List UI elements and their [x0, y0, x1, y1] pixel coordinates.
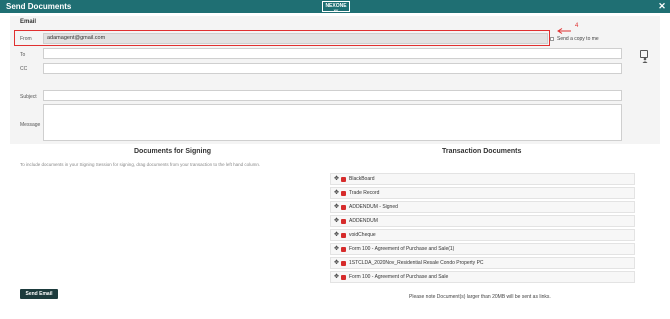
document-row[interactable]: ✥ Form 100 - Agreement of Purchase and S… — [330, 271, 635, 283]
annotation-arrow-icon — [557, 28, 571, 34]
document-name: 1STCLDA_2020Nov_Residential Resale Condo… — [349, 260, 484, 266]
move-icon[interactable]: ✥ — [334, 231, 339, 239]
pdf-icon — [341, 177, 346, 182]
send-email-button[interactable]: Send Email — [20, 289, 58, 299]
send-copy-label: Send a copy to me — [557, 36, 599, 42]
pdf-icon — [341, 219, 346, 224]
document-name: Form 100 - Agreement of Purchase and Sal… — [349, 274, 449, 280]
signing-hint: To include documents in your Signing Ses… — [20, 162, 261, 167]
dialog-header: Send Documents NEXONE ver ✕ — [0, 0, 670, 13]
document-row[interactable]: ✥ Trade Record — [330, 187, 635, 199]
to-label: To — [20, 52, 26, 58]
document-name: Form 100 - Agreement of Purchase and Sal… — [349, 246, 455, 252]
document-row[interactable]: ✥ Form 100 - Agreement of Purchase and S… — [330, 243, 635, 255]
transaction-title: Transaction Documents — [442, 148, 522, 155]
document-name: voidCheque — [349, 232, 376, 238]
move-icon[interactable]: ✥ — [334, 217, 339, 225]
move-icon[interactable]: ✥ — [334, 273, 339, 281]
cc-label: CC — [20, 66, 28, 72]
move-icon[interactable]: ✥ — [334, 175, 339, 183]
size-note: Please note Document(s) larger than 20MB… — [409, 294, 551, 300]
document-name: ADDENDUM — [349, 218, 378, 224]
address-book-icon[interactable] — [640, 50, 648, 63]
document-row[interactable]: ✥ BlackBoard — [330, 173, 635, 185]
document-name: Trade Record — [349, 190, 380, 196]
document-name: BlackBoard — [349, 176, 375, 182]
message-field[interactable] — [43, 104, 622, 141]
document-row[interactable]: ✥ voidCheque — [330, 229, 635, 241]
pdf-icon — [341, 233, 346, 238]
move-icon[interactable]: ✥ — [334, 203, 339, 211]
pdf-icon — [341, 247, 346, 252]
pdf-icon — [341, 261, 346, 266]
move-icon[interactable]: ✥ — [334, 245, 339, 253]
send-copy-checkbox[interactable] — [550, 37, 554, 41]
close-icon[interactable]: ✕ — [656, 0, 668, 13]
move-icon[interactable]: ✥ — [334, 189, 339, 197]
document-row[interactable]: ✥ 1STCLDA_2020Nov_Residential Resale Con… — [330, 257, 635, 269]
from-highlight-box — [14, 30, 550, 46]
to-field[interactable] — [43, 48, 622, 59]
signing-title: Documents for Signing — [134, 148, 211, 155]
message-label: Message — [20, 122, 41, 128]
move-icon[interactable]: ✥ — [334, 259, 339, 267]
logo-sub: ver — [333, 8, 339, 12]
pdf-icon — [341, 275, 346, 280]
subject-label: Subject — [20, 94, 37, 100]
subject-field[interactable] — [43, 90, 622, 101]
document-row[interactable]: ✥ ADDENDUM - Signed — [330, 201, 635, 213]
person-icon — [642, 57, 648, 63]
pdf-icon — [341, 205, 346, 210]
annotation-number: 4 — [575, 23, 579, 29]
cc-field[interactable] — [43, 63, 622, 74]
email-section-label: Email — [20, 19, 37, 25]
nexone-logo: NEXONE ver — [322, 1, 350, 12]
pdf-icon — [341, 191, 346, 196]
dialog-title: Send Documents — [6, 2, 72, 11]
document-name: ADDENDUM - Signed — [349, 204, 398, 210]
document-row[interactable]: ✥ ADDENDUM — [330, 215, 635, 227]
